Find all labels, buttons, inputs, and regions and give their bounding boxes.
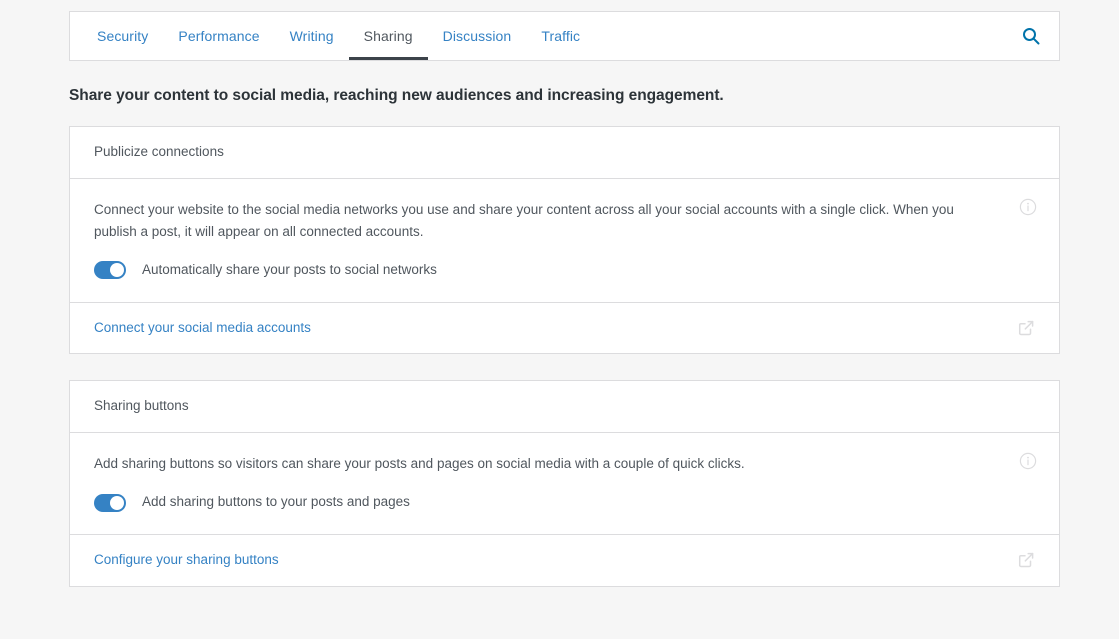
toggle-row: Automatically share your posts to social…: [94, 261, 1035, 280]
tab-label: Writing: [290, 29, 334, 43]
external-link-icon[interactable]: [1017, 551, 1035, 569]
tab-writing[interactable]: Writing: [275, 12, 349, 60]
tab-performance[interactable]: Performance: [163, 12, 274, 60]
card-footer: Configure your sharing buttons: [70, 535, 1059, 586]
toggle-auto-share[interactable]: [94, 261, 126, 279]
card-title: Sharing buttons: [94, 398, 189, 413]
toggle-knob: [110, 263, 124, 277]
card-header: Sharing buttons: [70, 381, 1059, 433]
card-footer: Connect your social media accounts: [70, 303, 1059, 354]
external-link-icon[interactable]: [1017, 319, 1035, 337]
tab-label: Security: [97, 29, 148, 43]
card-title: Publicize connections: [94, 144, 224, 159]
toggle-sharing-buttons[interactable]: [94, 494, 126, 512]
card-body: Add sharing buttons so visitors can shar…: [70, 433, 1059, 535]
card-header: Publicize connections: [70, 127, 1059, 179]
tab-label: Performance: [178, 29, 259, 43]
tab-discussion[interactable]: Discussion: [428, 12, 527, 60]
settings-tabbar: Security Performance Writing Sharing Dis…: [69, 11, 1060, 61]
tab-security[interactable]: Security: [82, 12, 163, 60]
search-button[interactable]: [1003, 12, 1059, 60]
toggle-knob: [110, 496, 124, 510]
tab-list: Security Performance Writing Sharing Dis…: [70, 12, 1003, 60]
configure-sharing-buttons-link[interactable]: Configure your sharing buttons: [94, 551, 279, 570]
tab-label: Sharing: [364, 29, 413, 43]
info-circle-icon[interactable]: [1019, 452, 1037, 470]
card-description: Connect your website to the social media…: [94, 199, 1034, 243]
sharing-settings-page: Security Performance Writing Sharing Dis…: [0, 0, 1119, 639]
card-sharing-buttons: Sharing buttons Add sharing buttons so v…: [69, 380, 1060, 587]
card-body: Connect your website to the social media…: [70, 179, 1059, 303]
toggle-label[interactable]: Add sharing buttons to your posts and pa…: [142, 493, 410, 512]
search-icon: [1021, 26, 1041, 46]
content-column: Security Performance Writing Sharing Dis…: [69, 11, 1060, 613]
card-publicize-connections: Publicize connections Connect your websi…: [69, 126, 1060, 354]
toggle-label[interactable]: Automatically share your posts to social…: [142, 261, 437, 280]
info-circle-icon[interactable]: [1019, 198, 1037, 216]
tab-traffic[interactable]: Traffic: [526, 12, 595, 60]
card-description: Add sharing buttons so visitors can shar…: [94, 453, 1034, 475]
tab-label: Traffic: [541, 29, 580, 43]
page-title: Share your content to social media, reac…: [69, 61, 1060, 126]
tab-sharing[interactable]: Sharing: [349, 12, 428, 60]
toggle-row: Add sharing buttons to your posts and pa…: [94, 493, 1035, 512]
connect-social-accounts-link[interactable]: Connect your social media accounts: [94, 319, 311, 338]
tab-label: Discussion: [443, 29, 512, 43]
